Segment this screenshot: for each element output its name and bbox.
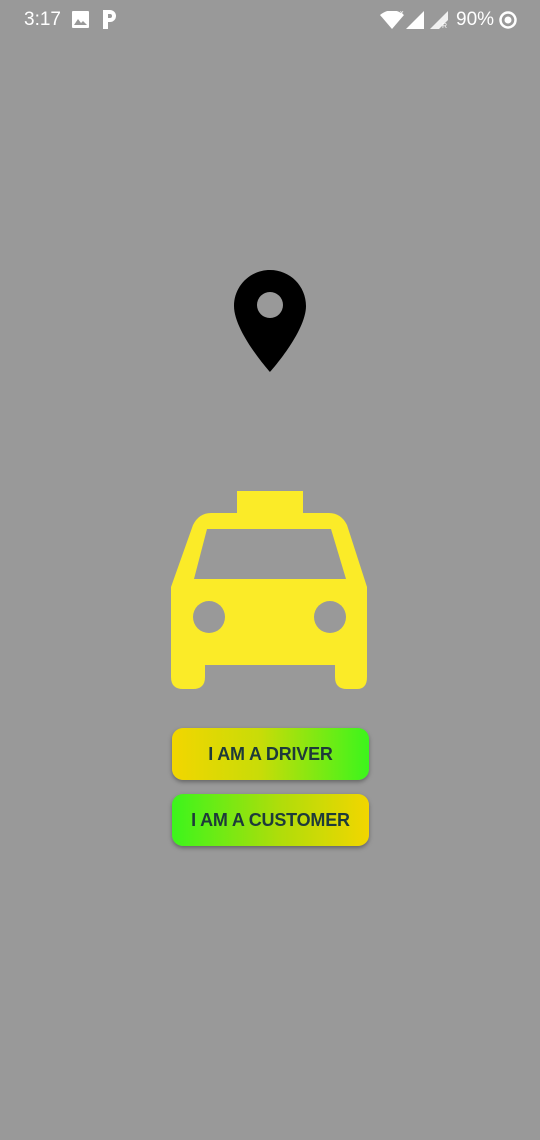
driver-button[interactable]: I AM A DRIVER <box>172 728 369 780</box>
battery-percent: 90% <box>456 9 495 30</box>
status-time: 3:17 <box>24 9 61 30</box>
p-notification-icon <box>103 10 116 29</box>
customer-button[interactable]: I AM A CUSTOMER <box>172 794 369 846</box>
signal-roaming-icon: R <box>430 11 448 29</box>
status-bar: 3:17 x R 90% <box>0 0 540 40</box>
svg-text:x: x <box>400 11 404 17</box>
svg-text:R: R <box>442 23 447 29</box>
taxi-icon <box>171 491 367 689</box>
signal-icon <box>406 11 424 29</box>
map-pin-icon <box>234 270 306 372</box>
battery-icon <box>499 11 517 29</box>
wifi-icon: x <box>380 11 404 29</box>
image-icon <box>72 11 89 28</box>
